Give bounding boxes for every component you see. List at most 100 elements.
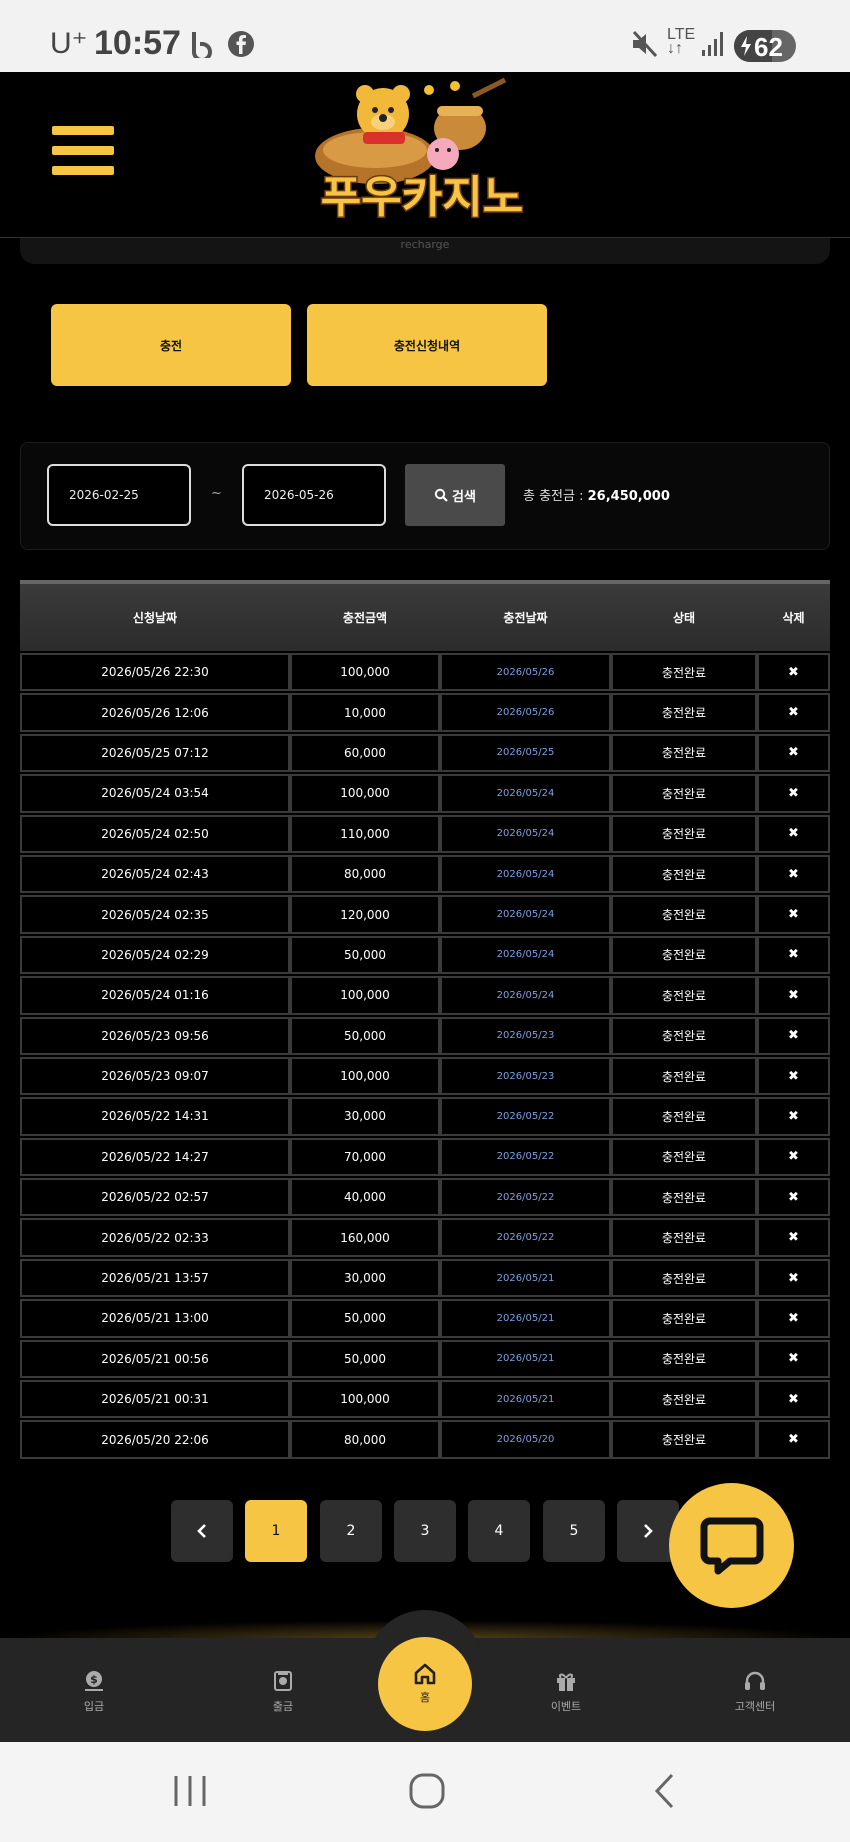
delete-row-button[interactable]: ✖ bbox=[757, 814, 830, 853]
pagination-page-2[interactable]: 2 bbox=[320, 1500, 382, 1562]
system-navigation-bar bbox=[0, 1742, 850, 1842]
tab-charge[interactable]: 충전 bbox=[51, 304, 291, 386]
delete-row-button[interactable]: ✖ bbox=[757, 1137, 830, 1177]
table-row: 2026/05/21 00:31 100,000 2026/05/21 충전완료 ✖ bbox=[20, 1379, 830, 1419]
table-row: 2026/05/22 02:33 160,000 2026/05/22 충전완료 ✖ bbox=[20, 1217, 830, 1257]
pagination-page-4[interactable]: 4 bbox=[468, 1500, 530, 1562]
cell-request-date: 2026/05/24 01:16 bbox=[20, 976, 290, 1015]
table-row: 2026/05/24 02:43 80,000 2026/05/24 충전완료 ✖ bbox=[20, 854, 830, 894]
gift-icon bbox=[557, 1673, 575, 1691]
delete-row-button[interactable]: ✖ bbox=[757, 653, 830, 692]
recent-apps-icon[interactable] bbox=[170, 1774, 210, 1808]
pagination-prev-button[interactable] bbox=[171, 1500, 233, 1562]
cell-charge-date[interactable]: 2026/05/21 bbox=[440, 1380, 611, 1419]
cell-charge-date[interactable]: 2026/05/23 bbox=[440, 1056, 611, 1096]
table-row: 2026/05/22 14:27 70,000 2026/05/22 충전완료 ✖ bbox=[20, 1137, 830, 1177]
hamburger-menu-button[interactable] bbox=[52, 126, 114, 182]
table-header: 신청날짜 충전금액 충전날짜 상태 삭제 bbox=[20, 580, 830, 651]
delete-row-button[interactable]: ✖ bbox=[757, 976, 830, 1015]
delete-row-button[interactable]: ✖ bbox=[757, 1299, 830, 1338]
nav-withdraw[interactable]: 출금 bbox=[223, 1652, 343, 1732]
headset-icon bbox=[745, 1671, 765, 1690]
nav-deposit[interactable]: $ 입금 bbox=[34, 1652, 154, 1732]
delete-row-button[interactable]: ✖ bbox=[757, 1420, 830, 1459]
chat-button[interactable] bbox=[669, 1483, 794, 1608]
cell-request-date: 2026/05/24 02:29 bbox=[20, 935, 290, 975]
pagination-page-1[interactable]: 1 bbox=[245, 1500, 307, 1562]
cell-status: 충전완료 bbox=[611, 1097, 757, 1136]
cell-charge-date[interactable]: 2026/05/22 bbox=[440, 1137, 611, 1177]
cell-amount: 30,000 bbox=[290, 1097, 440, 1136]
cell-request-date: 2026/05/26 12:06 bbox=[20, 693, 290, 732]
delete-row-button[interactable]: ✖ bbox=[757, 733, 830, 773]
cell-charge-date[interactable]: 2026/05/24 bbox=[440, 854, 611, 894]
cell-amount: 50,000 bbox=[290, 935, 440, 975]
cell-charge-date[interactable]: 2026/05/22 bbox=[440, 1178, 611, 1217]
cell-status: 충전완료 bbox=[611, 1137, 757, 1177]
delete-row-button[interactable]: ✖ bbox=[757, 1258, 830, 1298]
cell-charge-date[interactable]: 2026/05/24 bbox=[440, 935, 611, 975]
nav-home[interactable]: 홈 bbox=[378, 1637, 472, 1731]
cell-charge-date[interactable]: 2026/05/21 bbox=[440, 1258, 611, 1298]
menu-bar bbox=[52, 146, 114, 155]
delete-row-button[interactable]: ✖ bbox=[757, 1016, 830, 1055]
withdraw-icon bbox=[274, 1671, 292, 1691]
cell-amount: 100,000 bbox=[290, 1380, 440, 1419]
delete-row-button[interactable]: ✖ bbox=[757, 774, 830, 813]
delete-row-button[interactable]: ✖ bbox=[757, 693, 830, 732]
cell-request-date: 2026/05/21 00:31 bbox=[20, 1380, 290, 1419]
cell-status: 충전완료 bbox=[611, 814, 757, 853]
table-row: 2026/05/20 22:06 80,000 2026/05/20 충전완료 ✖ bbox=[20, 1419, 830, 1459]
cell-charge-date[interactable]: 2026/05/22 bbox=[440, 1097, 611, 1136]
casino-logo[interactable]: 푸우카지노 bbox=[305, 76, 540, 228]
delete-row-button[interactable]: ✖ bbox=[757, 1380, 830, 1419]
delete-row-button[interactable]: ✖ bbox=[757, 1056, 830, 1096]
cell-request-date: 2026/05/24 02:35 bbox=[20, 895, 290, 934]
menu-bar bbox=[52, 166, 114, 175]
pagination-page-5[interactable]: 5 bbox=[543, 1500, 605, 1562]
cell-request-date: 2026/05/24 02:50 bbox=[20, 814, 290, 853]
search-icon bbox=[434, 488, 448, 502]
cell-charge-date[interactable]: 2026/05/24 bbox=[440, 976, 611, 1015]
cell-charge-date[interactable]: 2026/05/24 bbox=[440, 814, 611, 853]
end-date-input[interactable]: 2026-05-26 bbox=[242, 464, 386, 526]
cell-status: 충전완료 bbox=[611, 1299, 757, 1338]
search-button[interactable]: 검색 bbox=[405, 464, 505, 526]
cell-charge-date[interactable]: 2026/05/23 bbox=[440, 1016, 611, 1055]
home-system-icon[interactable] bbox=[408, 1772, 446, 1810]
pagination-page-3[interactable]: 3 bbox=[394, 1500, 456, 1562]
cell-charge-date[interactable]: 2026/05/26 bbox=[440, 693, 611, 732]
cell-request-date: 2026/05/26 22:30 bbox=[20, 653, 290, 692]
delete-row-button[interactable]: ✖ bbox=[757, 1178, 830, 1217]
cell-charge-date[interactable]: 2026/05/26 bbox=[440, 653, 611, 692]
table-row: 2026/05/25 07:12 60,000 2026/05/25 충전완료 ✖ bbox=[20, 733, 830, 773]
nav-customer-center[interactable]: 고객센터 bbox=[695, 1652, 815, 1732]
cell-status: 충전완료 bbox=[611, 1218, 757, 1257]
start-date-input[interactable]: 2026-02-25 bbox=[47, 464, 191, 526]
cell-charge-date[interactable]: 2026/05/25 bbox=[440, 733, 611, 773]
table-row: 2026/05/26 22:30 100,000 2026/05/26 충전완료 ✖ bbox=[20, 652, 830, 692]
cell-charge-date[interactable]: 2026/05/24 bbox=[440, 774, 611, 813]
header-request-date: 신청날짜 bbox=[132, 611, 178, 625]
nav-event-label: 이벤트 bbox=[550, 1700, 582, 1713]
cell-request-date: 2026/05/21 00:56 bbox=[20, 1339, 290, 1379]
tab-charge-history[interactable]: 충전신청내역 bbox=[307, 304, 547, 386]
nav-event[interactable]: 이벤트 bbox=[506, 1652, 626, 1732]
cell-amount: 40,000 bbox=[290, 1178, 440, 1217]
cell-amount: 100,000 bbox=[290, 976, 440, 1015]
cell-charge-date[interactable]: 2026/05/20 bbox=[440, 1420, 611, 1459]
back-icon[interactable] bbox=[650, 1772, 680, 1810]
cell-status: 충전완료 bbox=[611, 1380, 757, 1419]
delete-row-button[interactable]: ✖ bbox=[757, 1218, 830, 1257]
cell-charge-date[interactable]: 2026/05/21 bbox=[440, 1299, 611, 1338]
delete-row-button[interactable]: ✖ bbox=[757, 895, 830, 934]
delete-row-button[interactable]: ✖ bbox=[757, 1097, 830, 1136]
cell-charge-date[interactable]: 2026/05/22 bbox=[440, 1218, 611, 1257]
delete-row-button[interactable]: ✖ bbox=[757, 935, 830, 975]
delete-row-button[interactable]: ✖ bbox=[757, 854, 830, 894]
delete-row-button[interactable]: ✖ bbox=[757, 1339, 830, 1379]
table-row: 2026/05/21 13:00 50,000 2026/05/21 충전완료 ✖ bbox=[20, 1298, 830, 1338]
cell-charge-date[interactable]: 2026/05/24 bbox=[440, 895, 611, 934]
cell-charge-date[interactable]: 2026/05/21 bbox=[440, 1339, 611, 1379]
chevron-left-icon bbox=[197, 1524, 206, 1538]
